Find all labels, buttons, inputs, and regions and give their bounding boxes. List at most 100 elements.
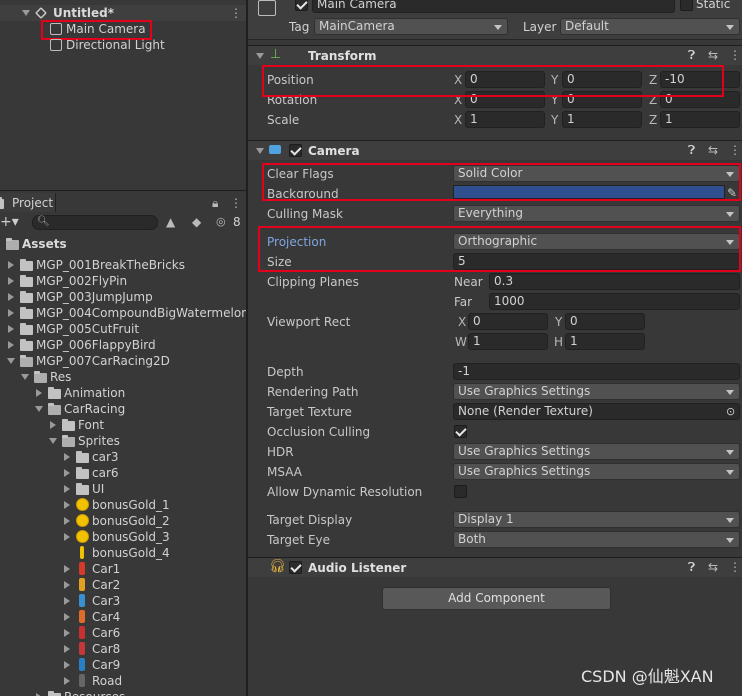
project-tree-item[interactable]: Car2 xyxy=(0,577,246,593)
depth-field[interactable]: -1 xyxy=(453,363,740,380)
object-picker-icon[interactable]: ⊙ xyxy=(726,404,735,420)
help-icon[interactable]: ❓︎ xyxy=(688,48,695,63)
expand-arrow-icon[interactable] xyxy=(8,277,14,285)
layer-dropdown[interactable]: Default xyxy=(560,18,740,35)
transform-header[interactable]: ⊥ Transform ❓︎ ⇆ ⋮ xyxy=(248,45,742,65)
hidden-packages-icon[interactable]: ◎ xyxy=(216,214,226,230)
help-icon[interactable]: ❓︎ xyxy=(688,560,695,575)
scene-menu-icon[interactable]: ⋮ xyxy=(230,5,242,21)
expand-arrow-icon[interactable] xyxy=(64,485,70,493)
target-display-dropdown[interactable]: Display 1 xyxy=(453,511,740,528)
expand-arrow-icon[interactable] xyxy=(64,533,70,541)
project-tree-item[interactable]: MGP_005CutFruit xyxy=(0,321,246,337)
occlusion-culling-checkbox[interactable] xyxy=(454,425,467,438)
transform-z-field[interactable]: 0 xyxy=(660,91,740,108)
expand-arrow-icon[interactable] xyxy=(8,309,14,317)
project-tree-item[interactable]: UI xyxy=(0,481,246,497)
expand-arrow-icon[interactable] xyxy=(64,565,70,573)
active-checkbox[interactable] xyxy=(295,0,308,11)
object-name-field[interactable]: Main Camera xyxy=(312,0,675,13)
assets-root[interactable]: Assets xyxy=(22,236,67,252)
viewport-x-field[interactable]: 0 xyxy=(468,313,548,330)
project-tree-item[interactable]: Car8 xyxy=(0,641,246,657)
project-tree-item[interactable]: Sprites xyxy=(0,433,246,449)
collapse-arrow-icon[interactable] xyxy=(35,406,43,412)
expand-arrow-icon[interactable] xyxy=(64,629,70,637)
project-tree-item[interactable]: bonusGold_4 xyxy=(0,545,246,561)
project-tree-item[interactable]: car3 xyxy=(0,449,246,465)
project-tree-item[interactable]: bonusGold_1 xyxy=(0,497,246,513)
transform-z-field[interactable]: -10 xyxy=(660,71,740,88)
target-eye-dropdown[interactable]: Both xyxy=(453,531,740,548)
rendering-path-dropdown[interactable]: Use Graphics Settings xyxy=(453,383,740,400)
expand-arrow-icon[interactable] xyxy=(8,293,14,301)
expand-arrow-icon[interactable] xyxy=(8,325,14,333)
hierarchy-item-directional-light[interactable]: Directional Light xyxy=(66,37,165,53)
expand-arrow-icon[interactable] xyxy=(64,581,70,589)
camera-header[interactable]: Camera ❓︎ ⇆ ⋮ xyxy=(248,140,742,160)
expand-arrow-icon[interactable] xyxy=(50,421,56,429)
expand-arrow-icon[interactable] xyxy=(64,517,70,525)
culling-mask-dropdown[interactable]: Everything xyxy=(453,205,740,222)
project-tree-item[interactable]: MGP_007CarRacing2D xyxy=(0,353,246,369)
transform-x-field[interactable]: 0 xyxy=(465,71,545,88)
project-menu-icon[interactable]: ⋮ xyxy=(230,195,242,211)
expand-arrow-icon[interactable] xyxy=(64,501,70,509)
collapse-arrow-icon[interactable] xyxy=(49,438,57,444)
presets-icon[interactable]: ⇆ xyxy=(708,48,718,62)
project-tree-item[interactable]: Car4 xyxy=(0,609,246,625)
project-tree-item[interactable]: Car6 xyxy=(0,625,246,641)
help-icon[interactable]: ❓︎ xyxy=(688,143,695,158)
project-tree-item[interactable]: Res xyxy=(0,369,246,385)
project-tree-item[interactable]: MGP_001BreakTheBricks xyxy=(0,257,246,273)
project-tree-item[interactable]: Car3 xyxy=(0,593,246,609)
dynamic-resolution-checkbox[interactable] xyxy=(454,485,467,498)
project-tree-item[interactable]: Car9 xyxy=(0,657,246,673)
camera-collapse-icon[interactable] xyxy=(256,148,264,154)
project-tree-item[interactable]: Font xyxy=(0,417,246,433)
project-search-input[interactable] xyxy=(32,215,158,230)
expand-arrow-icon[interactable] xyxy=(64,597,70,605)
far-field[interactable]: 1000 xyxy=(489,293,740,310)
scene-expand-icon[interactable] xyxy=(22,10,30,16)
transform-x-field[interactable]: 1 xyxy=(465,111,545,128)
background-color-swatch[interactable] xyxy=(453,185,725,199)
project-tree-item[interactable]: Car1 xyxy=(0,561,246,577)
size-field[interactable]: 5 xyxy=(453,253,740,270)
viewport-y-field[interactable]: 0 xyxy=(565,313,645,330)
transform-y-field[interactable]: 1 xyxy=(562,111,642,128)
hdr-dropdown[interactable]: Use Graphics Settings xyxy=(453,443,740,460)
msaa-dropdown[interactable]: Use Graphics Settings xyxy=(453,463,740,480)
filter-label-icon[interactable]: ◆ xyxy=(192,214,201,230)
tag-dropdown[interactable]: MainCamera xyxy=(314,18,508,35)
audio-listener-header[interactable]: 🎧︎ Audio Listener ❓︎ ⇆ ⋮ xyxy=(248,557,742,577)
transform-y-field[interactable]: 0 xyxy=(562,71,642,88)
project-tree-item[interactable]: MGP_002FlyPin xyxy=(0,273,246,289)
project-tree-item[interactable]: Animation xyxy=(0,385,246,401)
expand-arrow-icon[interactable] xyxy=(36,389,42,397)
expand-arrow-icon[interactable] xyxy=(64,661,70,669)
target-texture-field[interactable]: None (Render Texture) xyxy=(453,403,740,420)
expand-arrow-icon[interactable] xyxy=(8,261,14,269)
camera-enabled-checkbox[interactable] xyxy=(289,144,302,157)
expand-arrow-icon[interactable] xyxy=(64,469,70,477)
project-tree-item[interactable]: Road xyxy=(0,673,246,689)
transform-z-field[interactable]: 1 xyxy=(660,111,740,128)
expand-arrow-icon[interactable] xyxy=(8,341,14,349)
create-plus-icon[interactable]: +▾ xyxy=(0,214,19,230)
project-tree-item[interactable]: MGP_003JumpJump xyxy=(0,289,246,305)
eyedropper-icon[interactable]: ✎ xyxy=(727,185,737,201)
hierarchy-item-main-camera[interactable]: Main Camera xyxy=(66,21,146,37)
project-tree-item[interactable]: car6 xyxy=(0,465,246,481)
collapse-arrow-icon[interactable] xyxy=(21,374,29,380)
transform-collapse-icon[interactable] xyxy=(256,53,264,59)
project-tree-item[interactable]: bonusGold_2 xyxy=(0,513,246,529)
expand-arrow-icon[interactable] xyxy=(64,613,70,621)
expand-arrow-icon[interactable] xyxy=(64,645,70,653)
projection-dropdown[interactable]: Orthographic xyxy=(453,233,740,250)
presets-icon[interactable]: ⇆ xyxy=(708,560,718,574)
lock-icon[interactable]: 🔒︎ xyxy=(212,195,218,211)
viewport-w-field[interactable]: 1 xyxy=(468,333,548,350)
component-menu-icon[interactable]: ⋮ xyxy=(729,143,741,157)
static-checkbox[interactable] xyxy=(680,0,693,11)
